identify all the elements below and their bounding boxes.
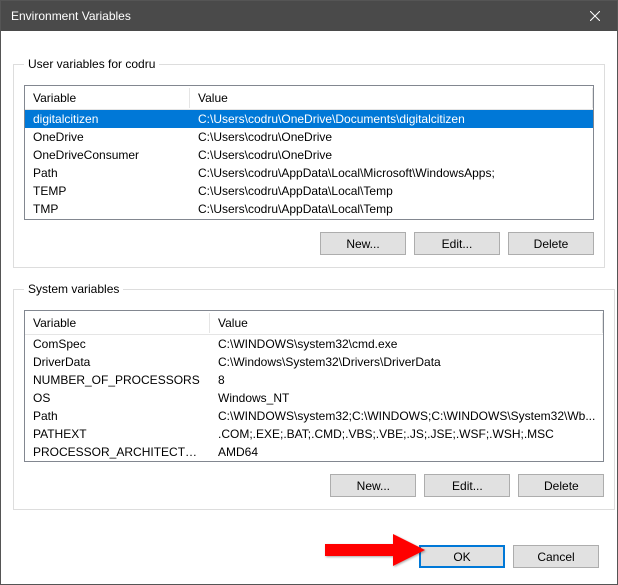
variable-name-cell: PATHEXT bbox=[25, 426, 210, 442]
system-buttons-row: New... Edit... Delete bbox=[24, 474, 604, 497]
variable-name-cell: digitalcitizen bbox=[25, 111, 190, 127]
close-icon bbox=[590, 11, 600, 21]
system-delete-button[interactable]: Delete bbox=[518, 474, 604, 497]
variable-value-cell: Windows_NT bbox=[210, 390, 603, 406]
ok-button[interactable]: OK bbox=[419, 545, 505, 568]
variable-value-cell: C:\WINDOWS\system32;C:\WINDOWS;C:\WINDOW… bbox=[210, 408, 603, 424]
table-row[interactable]: PROCESSOR_ARCHITECTUREAMD64 bbox=[25, 443, 603, 461]
user-variables-group: User variables for codru VariableValuedi… bbox=[13, 57, 605, 268]
user-delete-button[interactable]: Delete bbox=[508, 232, 594, 255]
window-title: Environment Variables bbox=[11, 9, 572, 23]
table-row[interactable]: OSWindows_NT bbox=[25, 389, 603, 407]
variable-name-cell: ComSpec bbox=[25, 336, 210, 352]
variable-name-cell: Path bbox=[25, 408, 210, 424]
variable-name-cell: NUMBER_OF_PROCESSORS bbox=[25, 372, 210, 388]
user-variables-list[interactable]: VariableValuedigitalcitizenC:\Users\codr… bbox=[24, 85, 594, 220]
system-new-button[interactable]: New... bbox=[330, 474, 416, 497]
variable-name-cell: PROCESSOR_ARCHITECTURE bbox=[25, 444, 210, 460]
variable-value-cell: C:\Users\codru\OneDrive\Documents\digita… bbox=[190, 111, 593, 127]
list-header[interactable]: VariableValue bbox=[25, 311, 603, 335]
column-header-variable[interactable]: Variable bbox=[25, 313, 210, 333]
table-row[interactable]: OneDriveC:\Users\codru\OneDrive bbox=[25, 128, 593, 146]
variable-value-cell: C:\Users\codru\AppData\Local\Temp bbox=[190, 201, 593, 217]
variable-value-cell: C:\Users\codru\OneDrive bbox=[190, 147, 593, 163]
dialog-content: User variables for codru VariableValuedi… bbox=[1, 31, 617, 534]
user-variables-legend: User variables for codru bbox=[24, 57, 159, 71]
table-row[interactable]: TMPC:\Users\codru\AppData\Local\Temp bbox=[25, 200, 593, 218]
system-edit-button[interactable]: Edit... bbox=[424, 474, 510, 497]
table-row[interactable]: OneDriveConsumerC:\Users\codru\OneDrive bbox=[25, 146, 593, 164]
table-row[interactable]: DriverDataC:\Windows\System32\Drivers\Dr… bbox=[25, 353, 603, 371]
variable-name-cell: TMP bbox=[25, 201, 190, 217]
table-row[interactable]: digitalcitizenC:\Users\codru\OneDrive\Do… bbox=[25, 110, 593, 128]
variable-value-cell: C:\WINDOWS\system32\cmd.exe bbox=[210, 336, 603, 352]
variable-name-cell: OneDriveConsumer bbox=[25, 147, 190, 163]
list-header[interactable]: VariableValue bbox=[25, 86, 593, 110]
system-variables-legend: System variables bbox=[24, 282, 123, 296]
variable-value-cell: C:\Windows\System32\Drivers\DriverData bbox=[210, 354, 603, 370]
cancel-button[interactable]: Cancel bbox=[513, 545, 599, 568]
table-row[interactable]: ComSpecC:\WINDOWS\system32\cmd.exe bbox=[25, 335, 603, 353]
user-new-button[interactable]: New... bbox=[320, 232, 406, 255]
system-variables-list[interactable]: VariableValueComSpecC:\WINDOWS\system32\… bbox=[24, 310, 604, 462]
variable-name-cell: Path bbox=[25, 165, 190, 181]
table-row[interactable]: NUMBER_OF_PROCESSORS8 bbox=[25, 371, 603, 389]
variable-value-cell: 8 bbox=[210, 372, 603, 388]
variable-value-cell: AMD64 bbox=[210, 444, 603, 460]
close-button[interactable] bbox=[572, 1, 617, 31]
table-row[interactable]: TEMPC:\Users\codru\AppData\Local\Temp bbox=[25, 182, 593, 200]
variable-value-cell: C:\Users\codru\AppData\Local\Microsoft\W… bbox=[190, 165, 593, 181]
variable-value-cell: C:\Users\codru\AppData\Local\Temp bbox=[190, 183, 593, 199]
user-edit-button[interactable]: Edit... bbox=[414, 232, 500, 255]
system-variables-group: System variables VariableValueComSpecC:\… bbox=[13, 282, 615, 510]
dialog-buttons-row: OK Cancel bbox=[407, 541, 611, 578]
titlebar: Environment Variables bbox=[1, 1, 617, 31]
column-header-value[interactable]: Value bbox=[190, 88, 593, 108]
table-row[interactable]: PathC:\WINDOWS\system32;C:\WINDOWS;C:\WI… bbox=[25, 407, 603, 425]
variable-value-cell: .COM;.EXE;.BAT;.CMD;.VBS;.VBE;.JS;.JSE;.… bbox=[210, 426, 603, 442]
variable-name-cell: DriverData bbox=[25, 354, 210, 370]
variable-name-cell: OneDrive bbox=[25, 129, 190, 145]
variable-value-cell: C:\Users\codru\OneDrive bbox=[190, 129, 593, 145]
table-row[interactable]: PathC:\Users\codru\AppData\Local\Microso… bbox=[25, 164, 593, 182]
table-row[interactable]: PATHEXT.COM;.EXE;.BAT;.CMD;.VBS;.VBE;.JS… bbox=[25, 425, 603, 443]
user-buttons-row: New... Edit... Delete bbox=[24, 232, 594, 255]
column-header-variable[interactable]: Variable bbox=[25, 88, 190, 108]
variable-name-cell: OS bbox=[25, 390, 210, 406]
column-header-value[interactable]: Value bbox=[210, 313, 603, 333]
variable-name-cell: TEMP bbox=[25, 183, 190, 199]
